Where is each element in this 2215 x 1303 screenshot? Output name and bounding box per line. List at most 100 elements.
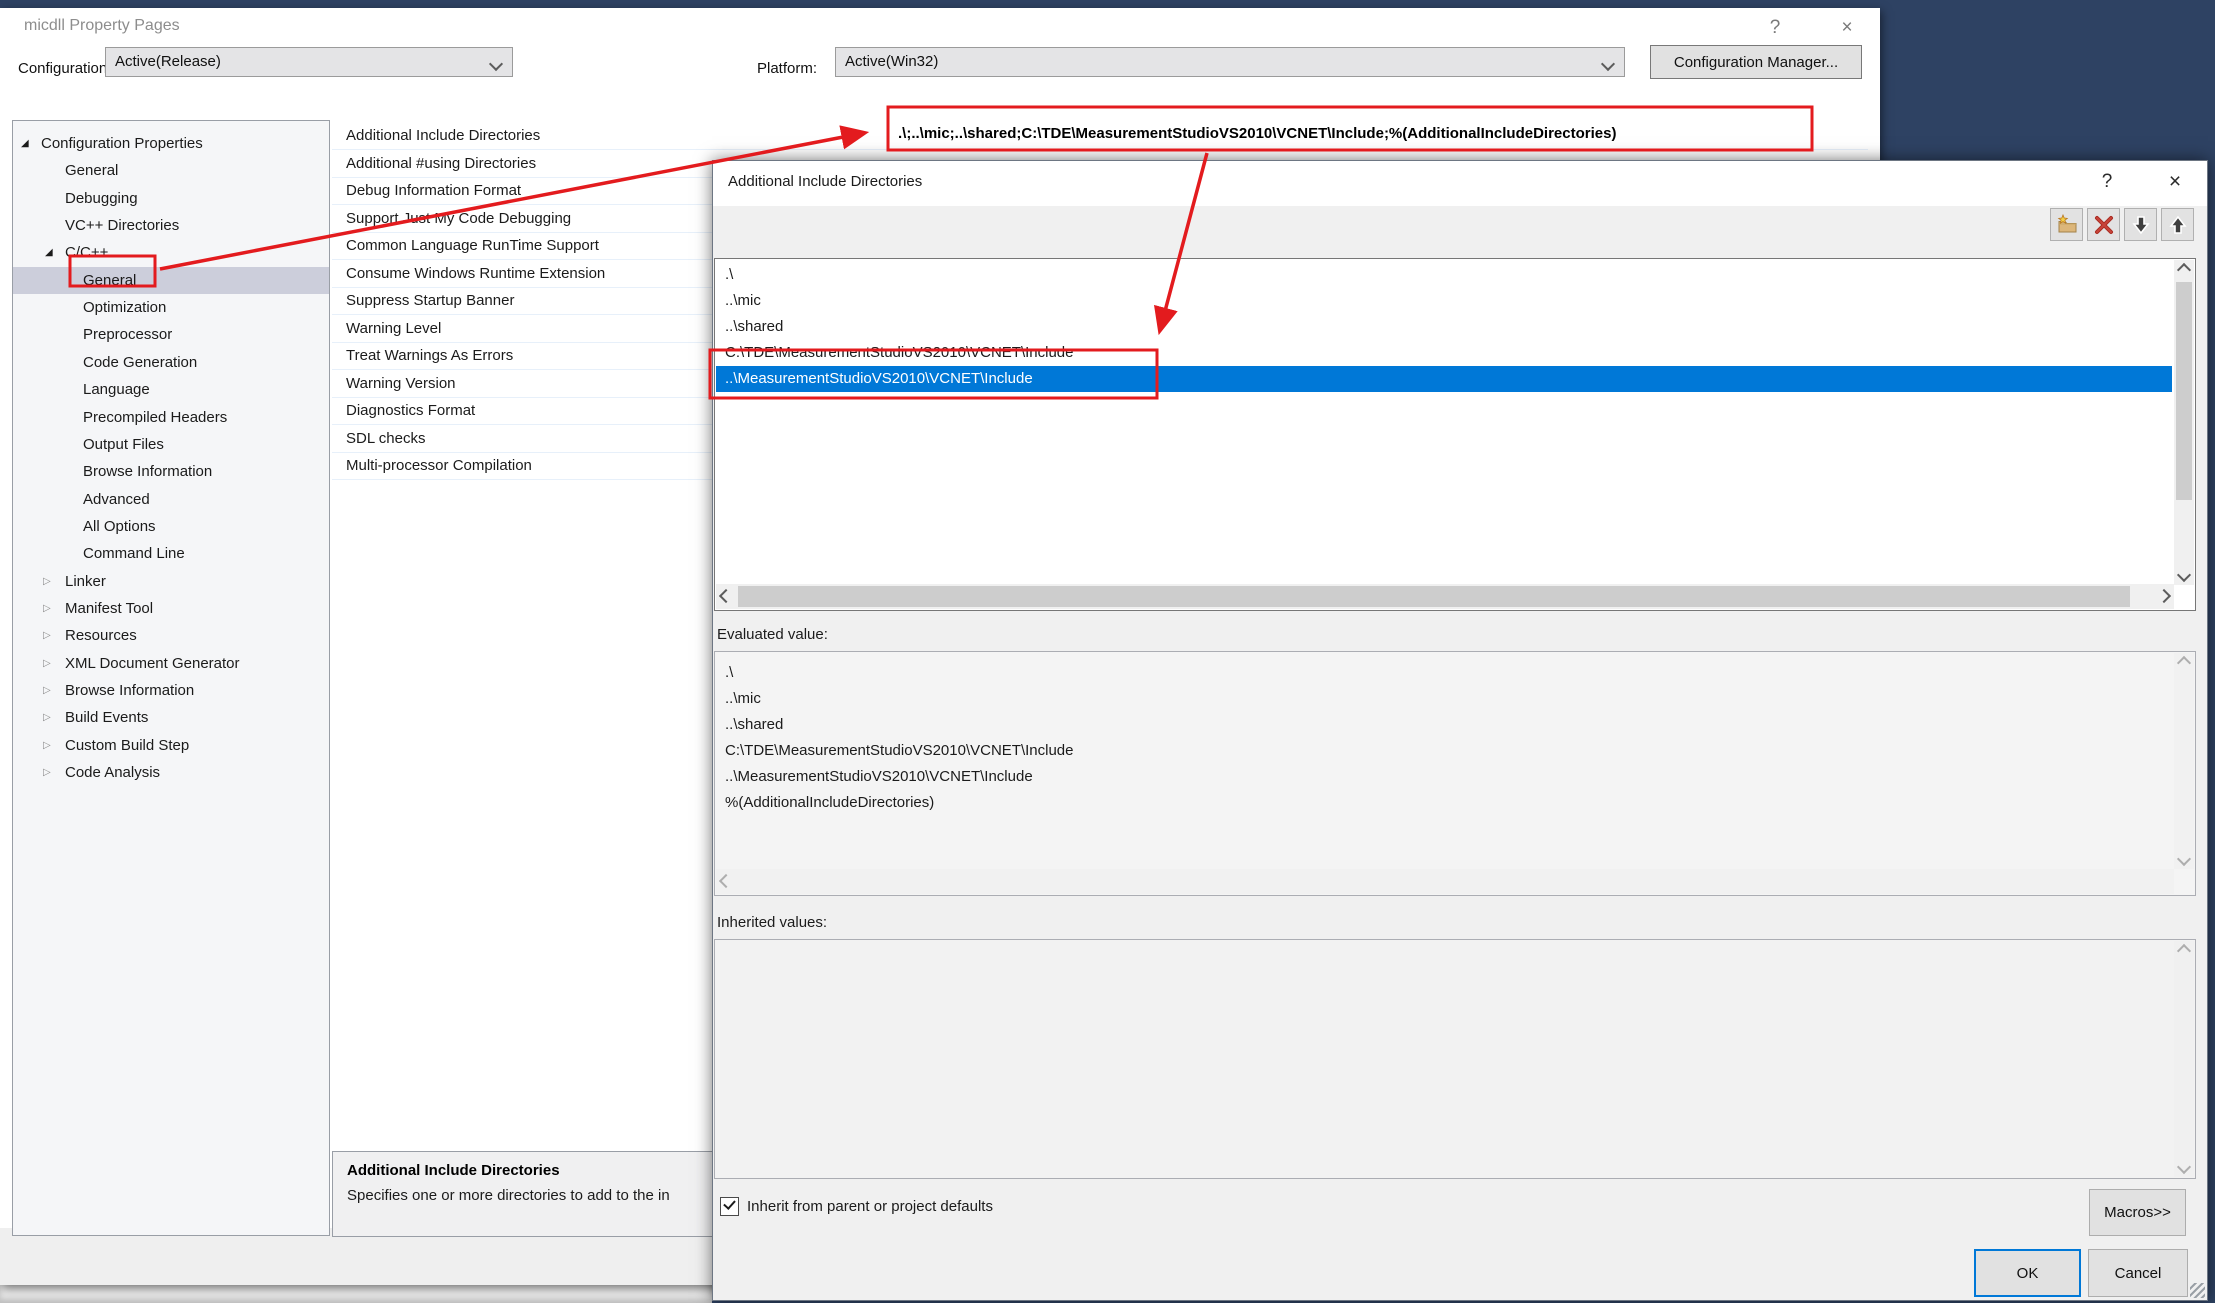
inherit-defaults-label: Inherit from parent or project defaults <box>747 1198 993 1215</box>
cancel-button[interactable]: Cancel <box>2088 1249 2188 1297</box>
platform-label: Platform: <box>757 60 817 77</box>
list-vertical-scrollbar[interactable] <box>2174 260 2194 585</box>
list-item-selected[interactable]: ..\MeasurementStudioVS2010\VCNET\Include <box>716 366 2172 392</box>
tree-item-output-files[interactable]: Output Files <box>13 431 329 458</box>
delete-x-icon <box>2093 214 2115 236</box>
additional-include-directories-dialog: Additional Include Directories ? × .\ ..… <box>712 160 2208 1301</box>
dialog-close-button[interactable]: × <box>2157 167 2193 197</box>
arrow-down-icon <box>2130 214 2152 236</box>
delete-line-button[interactable] <box>2087 208 2120 241</box>
tree-collapsed-icon[interactable] <box>43 759 51 786</box>
evaluated-line: .\ <box>725 660 733 686</box>
tree-item-xml-document-generator[interactable]: XML Document Generator <box>13 650 329 677</box>
close-button[interactable]: × <box>1830 15 1864 41</box>
evaluated-value-box[interactable]: .\ ..\mic ..\shared C:\TDE\MeasurementSt… <box>714 651 2196 896</box>
dialog-titlebar <box>713 161 2207 206</box>
tree-item-configuration-properties[interactable]: Configuration Properties <box>13 130 329 157</box>
chevron-left-icon <box>719 874 733 888</box>
tree-collapsed-icon[interactable] <box>43 650 51 677</box>
platform-select[interactable]: Active(Win32) <box>835 47 1625 77</box>
scroll-down-button[interactable] <box>2174 849 2194 869</box>
tree-item-preprocessor[interactable]: Preprocessor <box>13 321 329 348</box>
tree-item-code-generation[interactable]: Code Generation <box>13 349 329 376</box>
chevron-down-icon <box>2177 568 2191 582</box>
evaluated-horizontal-scrollbar[interactable] <box>716 869 2174 894</box>
help-button[interactable]: ? <box>1758 15 1792 41</box>
list-item[interactable]: C:\TDE\MeasurementStudioVS2010\VCNET\Inc… <box>716 340 2172 366</box>
ok-button[interactable]: OK <box>1974 1249 2081 1297</box>
tree-expanded-icon[interactable] <box>21 130 29 157</box>
evaluated-line: ..\MeasurementStudioVS2010\VCNET\Include <box>725 764 1033 790</box>
tree-item-language[interactable]: Language <box>13 376 329 403</box>
chevron-right-icon <box>2157 589 2171 603</box>
tree-item-resources[interactable]: Resources <box>13 622 329 649</box>
new-folder-icon <box>2056 214 2078 236</box>
tree-item-linker[interactable]: Linker <box>13 568 329 595</box>
chevron-up-icon <box>2177 263 2191 277</box>
macros-button[interactable]: Macros>> <box>2089 1189 2186 1236</box>
scroll-left-button[interactable] <box>716 871 736 891</box>
tree-collapsed-icon[interactable] <box>43 622 51 649</box>
tree-item-browse-information-2[interactable]: Browse Information <box>13 677 329 704</box>
list-item[interactable]: .\ <box>716 262 2172 288</box>
tree-collapsed-icon[interactable] <box>43 568 51 595</box>
evaluated-vertical-scrollbar[interactable] <box>2174 653 2194 869</box>
chevron-up-icon <box>2177 944 2191 958</box>
configuration-value: Active(Release) <box>115 53 221 70</box>
inherited-values-box[interactable] <box>714 939 2196 1179</box>
inherited-vertical-scrollbar[interactable] <box>2174 941 2194 1177</box>
close-icon: × <box>2169 170 2181 193</box>
tree-collapsed-icon[interactable] <box>43 677 51 704</box>
configuration-select[interactable]: Active(Release) <box>105 47 513 77</box>
resize-grip[interactable] <box>2190 1283 2205 1298</box>
tree-item-all-options[interactable]: All Options <box>13 513 329 540</box>
configuration-manager-button[interactable]: Configuration Manager... <box>1650 45 1862 79</box>
inherit-defaults-checkbox[interactable] <box>720 1197 739 1216</box>
scrollbar-thumb[interactable] <box>738 586 2130 607</box>
tree-item-general[interactable]: General <box>13 157 329 184</box>
additional-include-directories-value[interactable]: .\;..\mic;..\shared;C:\TDE\MeasurementSt… <box>898 120 1616 148</box>
scroll-left-button[interactable] <box>716 586 736 606</box>
tree-item-vc-directories[interactable]: VC++ Directories <box>13 212 329 239</box>
tree-item-browse-information[interactable]: Browse Information <box>13 458 329 485</box>
tree-item-build-events[interactable]: Build Events <box>13 704 329 731</box>
tree-expanded-icon[interactable] <box>45 239 53 266</box>
chevron-up-icon <box>2177 656 2191 670</box>
tree-item-debugging[interactable]: Debugging <box>13 185 329 212</box>
list-item[interactable]: ..\shared <box>716 314 2172 340</box>
configuration-label: Configuration: <box>18 60 111 77</box>
tree-item-code-analysis[interactable]: Code Analysis <box>13 759 329 786</box>
tree-item-c-cpp[interactable]: C/C++ <box>13 239 329 266</box>
chevron-down-icon <box>2177 1160 2191 1174</box>
chevron-down-icon <box>1601 57 1615 71</box>
move-down-button[interactable] <box>2124 208 2157 241</box>
scroll-right-button[interactable] <box>2154 586 2174 606</box>
scrollbar-thumb[interactable] <box>2176 282 2192 500</box>
scroll-up-button[interactable] <box>2174 653 2194 673</box>
tree-collapsed-icon[interactable] <box>43 704 51 731</box>
move-up-button[interactable] <box>2161 208 2194 241</box>
list-horizontal-scrollbar[interactable] <box>716 584 2174 609</box>
tree-item-precompiled-headers[interactable]: Precompiled Headers <box>13 404 329 431</box>
evaluated-line: C:\TDE\MeasurementStudioVS2010\VCNET\Inc… <box>725 738 1074 764</box>
tree-item-custom-build-step[interactable]: Custom Build Step <box>13 732 329 759</box>
help-icon: ? <box>1770 17 1781 38</box>
list-item[interactable]: ..\mic <box>716 288 2172 314</box>
tree-collapsed-icon[interactable] <box>43 732 51 759</box>
tree-item-manifest-tool[interactable]: Manifest Tool <box>13 595 329 622</box>
close-icon: × <box>1841 17 1852 38</box>
evaluated-line: ..\mic <box>725 686 761 712</box>
evaluated-line: %(AdditionalIncludeDirectories) <box>725 790 934 816</box>
dialog-help-button[interactable]: ? <box>2089 167 2125 197</box>
scroll-down-button[interactable] <box>2174 1157 2194 1177</box>
scroll-up-button[interactable] <box>2174 941 2194 961</box>
scroll-up-button[interactable] <box>2174 260 2194 280</box>
tree-item-optimization[interactable]: Optimization <box>13 294 329 321</box>
tree-item-command-line[interactable]: Command Line <box>13 540 329 567</box>
new-line-button[interactable] <box>2050 208 2083 241</box>
directories-listbox[interactable]: .\ ..\mic ..\shared C:\TDE\MeasurementSt… <box>714 258 2196 611</box>
tree-collapsed-icon[interactable] <box>43 595 51 622</box>
scroll-down-button[interactable] <box>2174 565 2194 585</box>
tree-item-advanced[interactable]: Advanced <box>13 486 329 513</box>
tree-item-cpp-general[interactable]: General <box>13 267 329 294</box>
